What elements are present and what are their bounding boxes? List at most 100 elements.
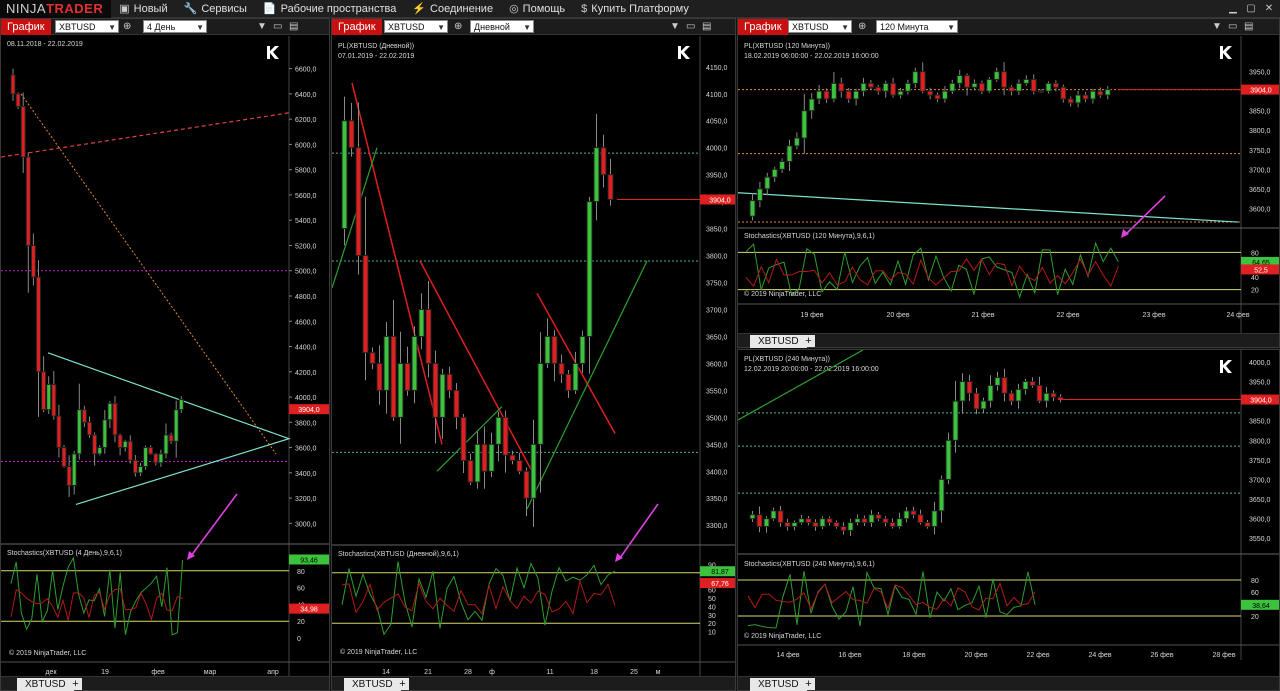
tab-xbtusd[interactable]: XBTUSD [17, 678, 74, 691]
template-icon[interactable]: ▤ [702, 19, 711, 35]
candle-body [1089, 90, 1096, 100]
candle-body [153, 453, 159, 464]
date-axis-label: фев [151, 669, 165, 676]
date-axis-label: 22 фев [1026, 652, 1049, 659]
dropdown-icon[interactable]: ▼ [670, 19, 680, 35]
chart-menu-button[interactable]: График [332, 19, 382, 35]
date-axis-label: 21 фев [971, 312, 994, 319]
template-icon[interactable]: ▤ [289, 19, 298, 35]
candle-body [143, 447, 149, 468]
cursor-icon[interactable]: ⊕ [123, 19, 131, 35]
interval-selector[interactable]: 4 День ▼ [143, 20, 207, 33]
menu-item-5[interactable]: $ Купить Платформу [573, 0, 697, 18]
menu-item-4[interactable]: ◎ Помощь [501, 0, 573, 18]
candle-body [1008, 86, 1015, 92]
data-box-icon[interactable]: ▭ [686, 19, 695, 35]
candle-body [558, 362, 565, 375]
candle-body [830, 82, 837, 100]
oscillator-label: Stochastics(XBTUSD (120 Минута),9,6,1) [744, 233, 875, 240]
cursor-icon[interactable]: ⊕ [858, 19, 866, 35]
close-icon[interactable]: ✕ [1262, 1, 1276, 15]
osc-axis-label: 80 [1251, 250, 1259, 257]
candle-body [565, 373, 572, 391]
add-tab-button[interactable]: + [69, 678, 82, 690]
candle-body [959, 381, 966, 402]
price-axis-label: 3800,0 [1249, 438, 1271, 445]
candle-body [530, 443, 537, 499]
menu-item-1[interactable]: 🔧 Сервисы [176, 0, 255, 18]
tab-xbtusd[interactable]: XBTUSD [750, 678, 807, 691]
candle-body [978, 82, 985, 92]
candle-body [76, 409, 82, 455]
chart-menu-button[interactable]: График [738, 19, 788, 35]
add-tab-button[interactable]: + [396, 678, 409, 690]
chart-area[interactable]: PL(XBTUSD (240 Минута)) 12.02.2019 20:00:… [738, 350, 1279, 660]
instrument-selector[interactable]: XBTUSD ▼ [788, 20, 852, 33]
candle-body [882, 518, 889, 524]
menu-item-2[interactable]: 📄 Рабочие пространства [255, 0, 404, 18]
add-tab-button[interactable]: + [802, 335, 815, 347]
minimize-icon[interactable]: ▁ [1226, 1, 1240, 15]
resistance-line [1, 112, 290, 158]
osc-axis-label: 30 [708, 613, 716, 620]
candle-body [362, 255, 369, 354]
candle-body [1075, 94, 1082, 104]
stochastic-d-line [341, 579, 616, 615]
interval-selector[interactable]: 120 Минута ▼ [876, 20, 958, 33]
price-axis-label: 3800,0 [706, 254, 728, 261]
price-axis-label: 3700,0 [1249, 167, 1271, 174]
candle-body [607, 174, 614, 200]
template-icon[interactable]: ▤ [1244, 19, 1253, 35]
candle-body [791, 522, 798, 527]
candle-body [418, 308, 425, 337]
chart-menu-button[interactable]: График [1, 19, 51, 35]
logo-text-b: TRADER [46, 1, 104, 16]
chart-area[interactable]: PL(XBTUSD (120 Минута)) 18.02.2019 06:00:… [738, 36, 1279, 334]
instrument-selector[interactable]: XBTUSD ▼ [384, 20, 448, 33]
price-axis-label: 5400,0 [295, 218, 317, 225]
maximize-icon[interactable]: ▢ [1244, 1, 1258, 15]
dropdown-icon[interactable]: ▼ [257, 19, 267, 35]
price-axis-label: 3750,0 [1249, 458, 1271, 465]
candle-body [30, 244, 36, 278]
candle-body [376, 362, 383, 391]
instrument-value: XBTUSD [388, 22, 425, 32]
date-axis-label: дек [45, 669, 57, 676]
interval-value: Дневной [474, 22, 510, 32]
osc-axis-label: 10 [708, 630, 716, 637]
osc-axis-label: 80 [1251, 578, 1259, 585]
candle-body [973, 392, 980, 410]
add-tab-button[interactable]: + [802, 678, 815, 690]
candle-body [97, 447, 103, 455]
ninja-k-logo [678, 46, 690, 59]
chart-area[interactable]: 08.11.2018 - 22.02.2019 6600,0 6400,0 6200,… [1, 36, 329, 676]
data-box-icon[interactable]: ▭ [1228, 19, 1237, 35]
dropdown-icon[interactable]: ▼ [1212, 19, 1222, 35]
osc-d-tag: 34,98 [300, 607, 318, 614]
osc-axis-label: 50 [708, 596, 716, 603]
price-axis-label: 4200,0 [295, 370, 317, 377]
menu-item-3[interactable]: ⚡ Соединение [404, 0, 501, 18]
candle-body [819, 518, 826, 527]
price-axis-label: 3200,0 [295, 496, 317, 503]
price-axis-label: 6400,0 [295, 92, 317, 99]
candle-body [600, 147, 607, 176]
price-axis-label: 3500,0 [706, 415, 728, 422]
interval-selector[interactable]: Дневной ▼ [470, 20, 534, 33]
instrument-selector[interactable]: XBTUSD ▼ [55, 20, 119, 33]
menu-item-0[interactable]: ▣ Новый [111, 0, 175, 18]
candle-body [158, 453, 164, 464]
candle-body [833, 522, 840, 527]
cursor-icon[interactable]: ⊕ [454, 19, 462, 35]
candle-body [941, 90, 948, 100]
osc-axis-label: 80 [297, 569, 305, 576]
chart-area[interactable]: PL(XBTUSD (Дневной)) 07.01.2019 - 22.02.2… [332, 36, 735, 676]
data-box-icon[interactable]: ▭ [273, 19, 282, 35]
tab-xbtusd[interactable]: XBTUSD [344, 678, 401, 691]
tab-xbtusd[interactable]: XBTUSD [750, 335, 807, 348]
candle-body [502, 416, 509, 456]
candle-body [777, 510, 784, 524]
price-axis-label: 3550,0 [1249, 536, 1271, 543]
candle-body [348, 120, 355, 149]
candle-body [1038, 90, 1045, 93]
